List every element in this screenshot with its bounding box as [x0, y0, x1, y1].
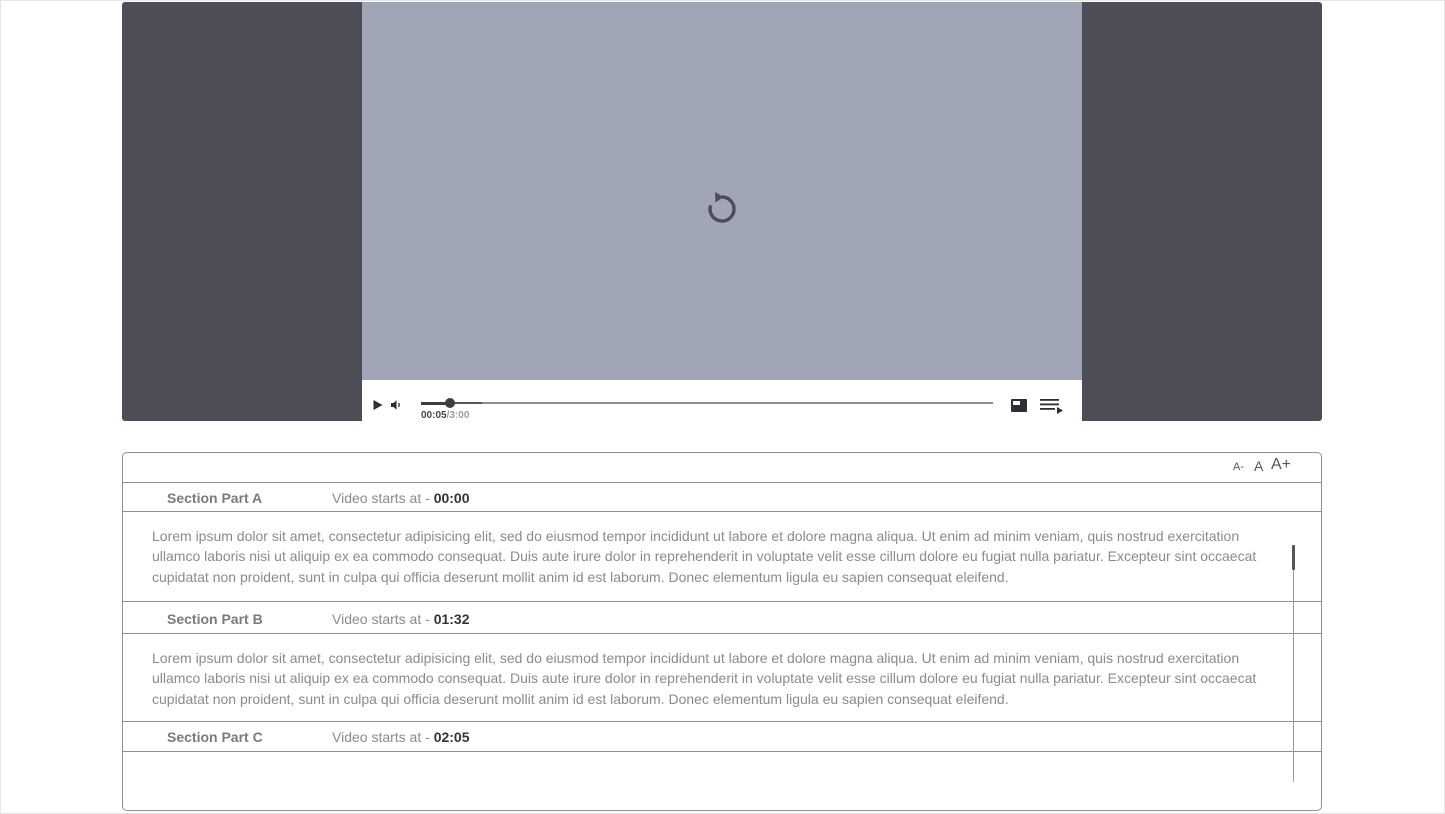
video-player: 00:05/3:00 [122, 2, 1322, 421]
section-text: Lorem ipsum dolor sit amet, consectetur … [152, 650, 1257, 707]
progress-handle[interactable] [444, 398, 455, 408]
replay-icon[interactable] [701, 188, 743, 230]
progress-bar[interactable] [421, 398, 993, 408]
section-text: Lorem ipsum dolor sit amet, consectetur … [152, 528, 1257, 585]
video-controls-bar: 00:05/3:00 [362, 380, 1082, 421]
section-start-label: Video starts at - 00:00 [332, 490, 470, 506]
time-readout: 00:05/3:00 [421, 410, 469, 421]
section-body-a: Lorem ipsum dolor sit amet, consectetur … [123, 512, 1321, 602]
font-reset-button[interactable]: A [1254, 459, 1263, 473]
current-time: 00:05 [421, 410, 447, 421]
section-header-a[interactable]: Section Part A Video starts at - 00:00 [123, 482, 1321, 512]
transcript-scrollbar-track[interactable] [1293, 545, 1294, 782]
section-header-b[interactable]: Section Part B Video starts at - 01:32 [123, 602, 1321, 634]
font-size-toolbar: A- A A+ [123, 453, 1321, 483]
section-start-prefix: Video starts at - [332, 611, 434, 627]
section-title: Section Part C [167, 729, 263, 745]
section-start-prefix: Video starts at - [332, 729, 434, 745]
total-time: 3:00 [449, 410, 470, 421]
section-start-time[interactable]: 01:32 [434, 611, 470, 627]
section-start-label: Video starts at - 02:05 [332, 729, 470, 745]
font-decrease-button[interactable]: A- [1233, 462, 1244, 473]
section-start-label: Video starts at - 01:32 [332, 611, 470, 627]
section-header-c[interactable]: Section Part C Video starts at - 02:05 [123, 722, 1321, 752]
section-start-time[interactable]: 00:00 [434, 490, 470, 506]
transcript-toggle-icon[interactable] [1040, 398, 1064, 414]
section-start-prefix: Video starts at - [332, 490, 434, 506]
section-body-b: Lorem ipsum dolor sit amet, consectetur … [123, 634, 1321, 722]
section-start-time[interactable]: 02:05 [434, 729, 470, 745]
font-increase-button[interactable]: A+ [1271, 457, 1291, 473]
section-title: Section Part A [167, 490, 263, 506]
picture-in-picture-icon[interactable] [1011, 399, 1027, 412]
section-title: Section Part B [167, 611, 263, 627]
transcript-scrollbar-thumb[interactable] [1292, 545, 1295, 570]
video-surface[interactable] [362, 2, 1082, 380]
volume-icon[interactable] [390, 398, 404, 410]
play-icon[interactable] [372, 398, 384, 410]
transcript-panel: A- A A+ Section Part A Video starts at -… [122, 452, 1322, 811]
